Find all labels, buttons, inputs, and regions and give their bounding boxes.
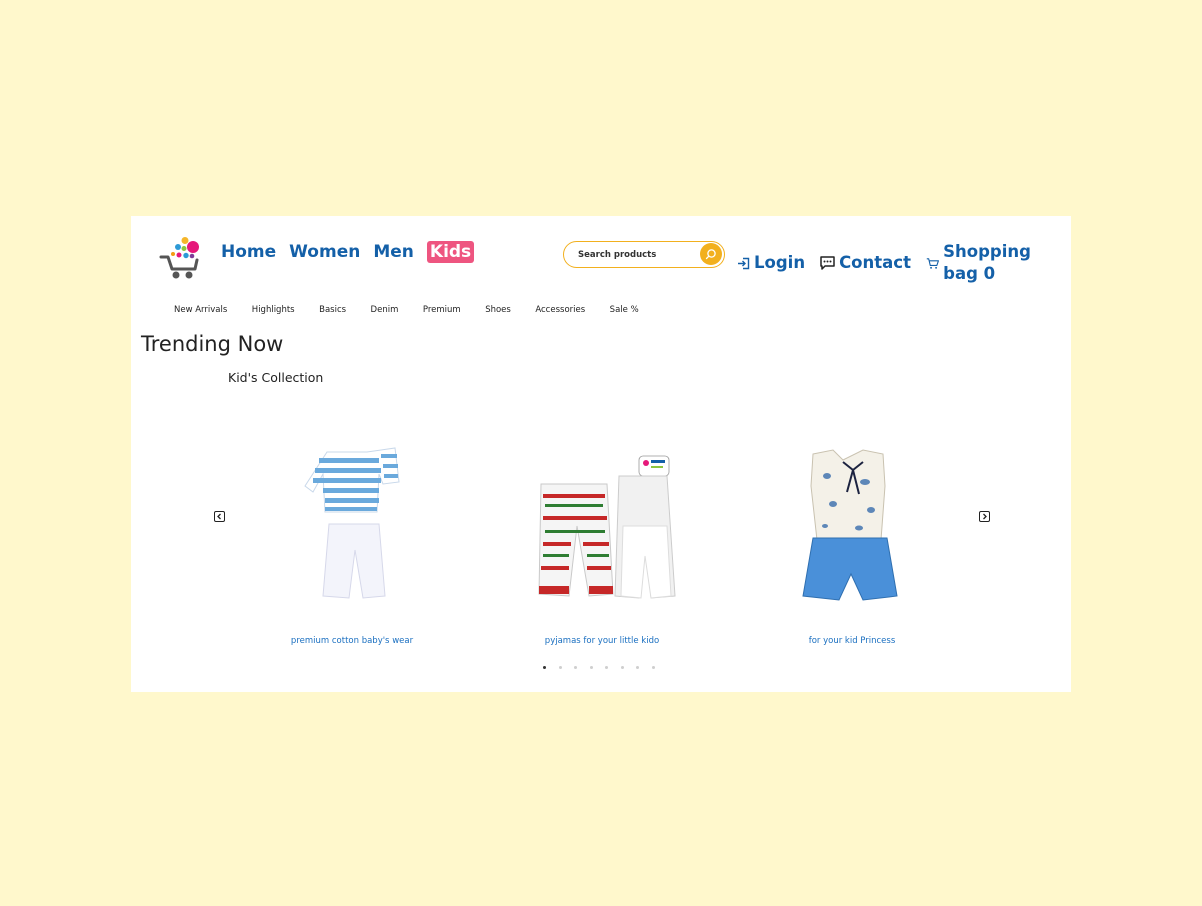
carousel-pagination (543, 666, 667, 669)
subnav-shoes[interactable]: Shoes (485, 305, 511, 315)
login-icon (738, 257, 750, 269)
contact-link[interactable]: Contact (820, 252, 911, 274)
product-caption[interactable]: for your kid Princess (767, 636, 937, 646)
subnav-basics[interactable]: Basics (319, 305, 346, 315)
chevron-left-icon (217, 513, 221, 520)
nav-home[interactable]: Home (221, 241, 276, 263)
subnav-new-arrivals[interactable]: New Arrivals (174, 305, 227, 315)
product-image-pyjamas[interactable] (517, 446, 687, 606)
shopping-bag-label: Shopping bag 0 (943, 242, 1031, 283)
search-input[interactable] (576, 245, 698, 265)
product-caption[interactable]: pyjamas for your little kido (517, 636, 687, 646)
nav-kids[interactable]: Kids (426, 241, 475, 263)
subnav-denim[interactable]: Denim (371, 305, 399, 315)
main-nav: Home Women Men Kids (221, 241, 487, 263)
search-box (563, 241, 725, 268)
search-icon (705, 249, 716, 260)
subnav-sale[interactable]: Sale % (610, 305, 639, 315)
chat-icon (820, 256, 835, 270)
collection-subtitle: Kid's Collection (228, 370, 324, 385)
login-link[interactable]: Login (737, 252, 805, 274)
subnav-highlights[interactable]: Highlights (252, 305, 295, 315)
product-card: pyjamas for your little kido (517, 446, 687, 646)
carousel-dot[interactable] (605, 666, 608, 669)
carousel-dot[interactable] (636, 666, 639, 669)
shopping-bag-link[interactable]: Shopping bag 0 (926, 241, 1056, 285)
category-nav: New Arrivals Highlights Basics Denim Pre… (174, 305, 663, 315)
carousel-dot[interactable] (543, 666, 546, 669)
carousel-dot[interactable] (651, 666, 655, 669)
carousel-dot[interactable] (589, 666, 593, 669)
product-image-baby-wear[interactable] (267, 446, 437, 606)
page-card: Home Women Men Kids Login (131, 216, 1071, 692)
contact-label: Contact (839, 253, 911, 272)
product-card: for your kid Princess (767, 446, 937, 646)
product-card: premium cotton baby's wear (267, 446, 437, 646)
carousel-prev-button[interactable] (214, 511, 225, 522)
page-title: Trending Now (141, 332, 284, 356)
product-caption[interactable]: premium cotton baby's wear (267, 636, 437, 646)
cart-icon (926, 257, 939, 269)
nav-men[interactable]: Men (373, 241, 414, 263)
account-links: Login Contact Shopping bag 0 (737, 241, 1071, 285)
subnav-premium[interactable]: Premium (423, 305, 461, 315)
carousel-next-button[interactable] (979, 511, 990, 522)
carousel-dot[interactable] (620, 666, 624, 669)
nav-women[interactable]: Women (289, 241, 360, 263)
carousel-dot[interactable] (558, 666, 562, 669)
carousel-dot[interactable] (574, 666, 577, 669)
search-button[interactable] (700, 243, 722, 265)
subnav-accessories[interactable]: Accessories (535, 305, 585, 315)
cart-logo[interactable] (159, 236, 201, 280)
chevron-right-icon (983, 513, 987, 520)
product-image-princess-outfit[interactable] (767, 446, 937, 606)
login-label: Login (754, 253, 806, 272)
